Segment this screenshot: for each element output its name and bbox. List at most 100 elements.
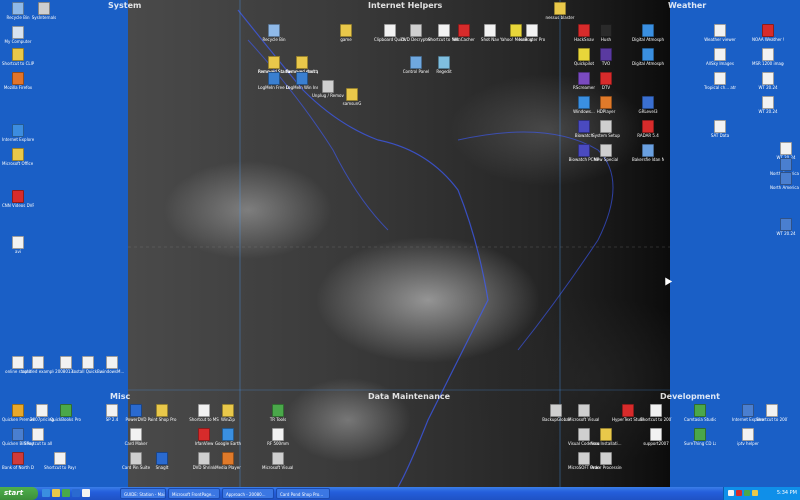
icon-office-outlook[interactable]: Microsoft Office Outl... [2, 148, 34, 166]
icon-iptv-helper[interactable]: iptv helper [732, 428, 764, 446]
icon-cnn-videos[interactable]: CNN Videos DVR [2, 190, 34, 208]
icon-system-setup-icon [600, 120, 612, 133]
icon-sure-thing[interactable]: SureThing CD Labeler Del... [684, 428, 716, 446]
taskbar-clock[interactable]: 5:34 PM [777, 487, 797, 500]
start-button[interactable]: start [0, 487, 38, 500]
icon-snagit[interactable]: SnagIt [146, 452, 178, 470]
icon-game[interactable]: game [330, 24, 362, 42]
icon-clipboard-quickcalc-icon [384, 24, 396, 37]
icon-digital-atmosphere[interactable]: Digital Atmosphere [632, 24, 664, 42]
icon-weather-viewer-icon [714, 24, 726, 37]
task-frontpage[interactable]: Microsoft FrontPage... [168, 488, 220, 499]
icon-recycle-bin-misc[interactable]: Recycle Bin [258, 24, 290, 42]
desktop-icon-label: game [340, 37, 352, 42]
icon-shortcut-to-clipboard[interactable]: Shortcut to CLIPMATE [2, 48, 34, 66]
icon-support-2007[interactable]: support2007 [640, 428, 672, 446]
icon-iptv-helper-icon [742, 428, 754, 441]
task-guide[interactable]: GUIDE: Station - Mai... [120, 488, 166, 499]
icon-order-processing[interactable]: Order Processing [590, 452, 622, 470]
icon-weather-viewer[interactable]: Weather viewer [704, 24, 736, 42]
icon-weather-bars[interactable]: Bakersfie ldan NOFE GIS... [632, 144, 664, 162]
tray-security-icon[interactable] [744, 490, 750, 496]
icon-regedit[interactable]: Regedit [428, 56, 460, 74]
quicklaunch-media-icon[interactable] [72, 489, 80, 497]
icon-regedit-icon [438, 56, 450, 69]
icon-winzip[interactable]: WinZip [212, 404, 244, 422]
icon-media-player[interactable]: Media Player [212, 452, 244, 470]
icon-hush[interactable]: Hush [590, 24, 622, 42]
icon-digital-atmosphere-2[interactable]: Digital Atmosphere [632, 48, 664, 66]
icon-my-computer[interactable]: My Computer [2, 26, 34, 44]
icon-irfanview-icon [198, 428, 210, 441]
icon-tr-tools[interactable]: TR Tools [262, 404, 294, 422]
task-approach[interactable]: Approach - 20080... [222, 488, 274, 499]
icon-samsung-gf[interactable]: samsunG [336, 88, 368, 106]
icon-wt-files-3-icon [780, 142, 792, 155]
icon-north-america-2[interactable]: North America 20.24 [770, 172, 800, 190]
icon-new-install[interactable]: New Installati... [590, 428, 622, 446]
icon-bank-of-the-north[interactable]: Bank of North Dakota [2, 452, 34, 470]
icon-google-earth[interactable]: Google Earth [212, 428, 244, 446]
desktop-icon-label: New Special [593, 157, 619, 162]
tray-alert-icon[interactable] [736, 490, 742, 496]
icon-hypertext-studio-icon [622, 404, 634, 417]
task-card-pond[interactable]: Card Pond Shop Pro... [276, 488, 330, 499]
desktop-icon-label: windowsM... [99, 369, 125, 374]
desktop-icon-label: nessus blaster [545, 15, 575, 20]
icon-paint-shop-pro[interactable]: Paint Shop Pro [146, 404, 178, 422]
icon-noaa-weather[interactable]: NOAA Weather Worldview [752, 24, 784, 42]
quicklaunch-folder-icon[interactable] [52, 489, 60, 497]
icon-camtasia[interactable]: Camtasia Studio 5 [684, 404, 716, 422]
icon-sysinternals[interactable]: SysInternals [28, 2, 60, 20]
icon-isobuster-pro[interactable]: IsoBuster Pro [516, 24, 548, 42]
desktop-icon-label: Media Player [215, 465, 241, 470]
icon-msr-1200[interactable]: MSR 1200 image... [752, 48, 784, 66]
icon-nessus-blaster[interactable]: nessus blaster [544, 2, 576, 20]
desktop[interactable]: System Internet Helpers Weather Misc Dat… [0, 0, 800, 487]
tray-network-icon[interactable] [728, 490, 734, 496]
tray-volume-icon[interactable] [752, 490, 758, 496]
zone-label-internet: Internet Helpers [368, 1, 443, 10]
icon-wt-files[interactable]: WT 20.24 [752, 72, 784, 90]
icon-internet-explorer[interactable]: Internet Explorer [2, 124, 34, 142]
desktop-icon-label: IsoBuster Pro [518, 37, 546, 42]
icon-wt-files-4[interactable]: WT 20.24 [770, 218, 800, 236]
icon-quickbooks-pro[interactable]: QuickBooks Pro 2007 [50, 404, 82, 422]
icon-install-quickbooks-icon [82, 356, 94, 369]
quicklaunch-doc-icon[interactable] [82, 489, 90, 497]
quicklaunch-ie-icon[interactable] [42, 489, 50, 497]
icon-wt-files-2[interactable]: WT 20.24 [752, 96, 784, 114]
desktop-icon-label: Tropical ch... atmosphere [704, 85, 736, 90]
icon-radar-view[interactable]: RADAR 5.4 [632, 120, 664, 138]
desktop-icon-label: Shortcut to all [23, 441, 53, 446]
icon-hush-icon [600, 24, 612, 37]
icon-allsky[interactable]: AllSky Images [704, 48, 736, 66]
icon-card-maker[interactable]: Card Maker [120, 428, 152, 446]
icon-windows-mobile[interactable]: windowsM... [96, 356, 128, 374]
icon-shortcut-to-all[interactable]: Shortcut to all [22, 428, 54, 446]
icon-rf-500mm[interactable]: RF 500mm [262, 428, 294, 446]
icon-ms-visual-studio[interactable]: Microsoft Visual Studio [568, 404, 600, 422]
zone-label-development: Development [660, 392, 720, 401]
desktop-icon-label: TR Tools [269, 417, 287, 422]
icon-avi[interactable]: avi [2, 236, 34, 254]
icon-dtv[interactable]: DTV [590, 72, 622, 90]
icon-hdplayer[interactable]: HDPlayer [590, 96, 622, 114]
icon-shortcut-to-payroll[interactable]: Shortcut to Payroll [44, 452, 76, 470]
icon-system-setup[interactable]: System Setup [590, 120, 622, 138]
icon-grlevel3[interactable]: GRLevel3 [632, 96, 664, 114]
icon-shortcut-to-zoom[interactable]: Shortcut to 2007Zoom [756, 404, 788, 422]
desktop-icon-label: support2007 [643, 441, 669, 446]
icon-ms-visual-basic[interactable]: Microsoft Visual Basic 6.0 [262, 452, 294, 470]
quicklaunch-desktop-icon[interactable] [62, 489, 70, 497]
icon-sat-data[interactable]: SAT Data [704, 120, 736, 138]
icon-shortcut-to-2007[interactable]: Shortcut to 2007Install [640, 404, 672, 422]
icon-dtv-icon [600, 72, 612, 85]
icon-quicken-premier-icon [12, 404, 24, 417]
icon-removed-start-programs-icon [296, 56, 308, 69]
icon-card-maker-icon [130, 428, 142, 441]
icon-tvo[interactable]: TVO [590, 48, 622, 66]
icon-mozilla-firefox[interactable]: Mozilla Firefox [2, 72, 34, 90]
icon-tropical-archive[interactable]: Tropical ch... atmosphere [704, 72, 736, 90]
icon-new-special[interactable]: New Special [590, 144, 622, 162]
